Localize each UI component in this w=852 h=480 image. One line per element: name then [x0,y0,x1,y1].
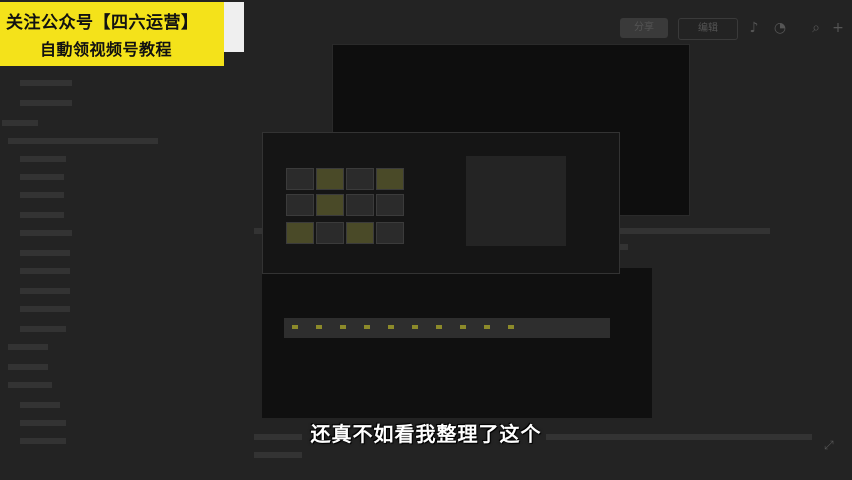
media-thumbnail [286,222,314,244]
timeline-clip [316,325,322,329]
media-thumbnail [346,222,374,244]
outline-item[interactable] [20,306,70,312]
timeline-clip [484,325,490,329]
bell-icon[interactable]: ♪ [744,18,764,38]
timeline-clip [364,325,370,329]
outline-item[interactable] [8,364,48,370]
outline-item[interactable] [8,138,158,144]
media-thumbnail [346,194,374,216]
search-icon[interactable]: ⌕ [806,18,826,38]
doc-text-line [620,244,628,250]
timeline-clip [436,325,442,329]
doc-text-line [620,228,770,234]
media-thumbnail [376,168,404,190]
media-thumbnail [376,222,404,244]
outline-item[interactable] [20,288,70,294]
timeline-clip [460,325,466,329]
media-thumbnail [286,194,314,216]
video-preview [466,156,566,246]
media-thumbnail [376,194,404,216]
banner-edge [224,2,244,52]
outline-item[interactable] [8,382,52,388]
outline-item[interactable] [20,156,66,162]
banner-line-1: 关注公众号【四六运营】 [6,13,199,33]
media-thumbnail [316,194,344,216]
user-icon[interactable]: ◔ [770,18,790,38]
media-thumbnail [346,168,374,190]
outline-item[interactable] [20,250,70,256]
outline-item[interactable] [20,402,60,408]
media-thumbnail [316,222,344,244]
outline-item[interactable] [20,192,64,198]
edit-button[interactable]: 编辑 [678,18,738,40]
plus-icon[interactable]: + [828,18,848,38]
timeline-clip [412,325,418,329]
media-thumbnail [286,168,314,190]
share-button[interactable]: 分享 [620,18,668,38]
outline-item[interactable] [20,212,64,218]
embedded-screenshot-bottom [262,268,652,418]
outline-item[interactable] [2,120,38,126]
doc-text-line [254,228,262,234]
video-subtitle: 还真不如看我整理了这个 [310,422,542,446]
timeline-clip [388,325,394,329]
timeline-track [284,318,610,338]
timeline-clip [292,325,298,329]
outline-item[interactable] [20,100,72,106]
expand-icon[interactable]: ⤢ [824,438,834,453]
outline-item[interactable] [20,326,66,332]
timeline-clip [508,325,514,329]
promo-banner: 关注公众号【四六运营】 自動领视频号教程 [0,2,224,66]
outline-item[interactable] [20,268,70,274]
outline-item[interactable] [20,230,72,236]
outline-item[interactable] [20,80,72,86]
outline-item[interactable] [20,174,64,180]
media-thumbnail [316,168,344,190]
doc-text-line [254,452,302,458]
outline-item[interactable] [8,344,48,350]
timeline-clip [340,325,346,329]
banner-line-2: 自動领视频号教程 [40,40,173,59]
